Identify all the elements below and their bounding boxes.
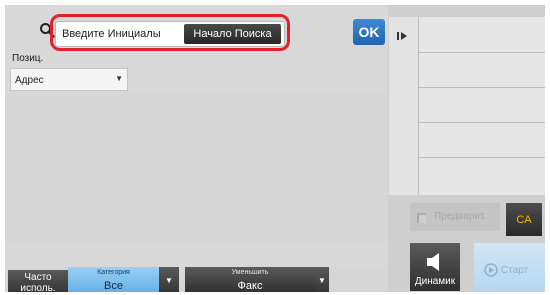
category-caption: Категория bbox=[97, 269, 130, 276]
category-button[interactable]: Категория Все bbox=[68, 267, 159, 292]
reduce-button[interactable]: Уменьшить Факс bbox=[185, 267, 315, 292]
right-panel-tab[interactable] bbox=[389, 17, 419, 195]
start-button[interactable]: Старт bbox=[474, 243, 545, 292]
reduce-value: Факс bbox=[237, 280, 263, 292]
frequent-use-button[interactable]: Часто исполь. bbox=[8, 270, 68, 292]
preview-label: Предварит. bbox=[434, 211, 487, 222]
destination-list bbox=[419, 17, 545, 195]
list-divider bbox=[419, 157, 545, 158]
position-label: Позиц. bbox=[12, 53, 44, 64]
expand-arrow-icon bbox=[397, 32, 407, 40]
start-label: Старт bbox=[501, 265, 529, 276]
preview-icon bbox=[417, 213, 426, 223]
fax-address-search-screen: Введите Инициалы Начало Поиска OK Позиц.… bbox=[5, 5, 545, 292]
results-list bbox=[5, 93, 388, 243]
start-icon bbox=[484, 263, 498, 277]
address-select[interactable]: Адрес ▼ bbox=[10, 68, 128, 91]
clear-all-button[interactable]: CA bbox=[506, 203, 542, 236]
category-value: Все bbox=[104, 280, 123, 292]
speaker-button[interactable]: Динамик bbox=[410, 243, 460, 291]
address-select-value: Адрес bbox=[15, 75, 44, 86]
speaker-label: Динамик bbox=[414, 276, 456, 287]
dropdown-arrow-icon: ▼ bbox=[115, 74, 123, 83]
speaker-icon bbox=[427, 253, 439, 271]
list-divider bbox=[419, 87, 545, 88]
reduce-caption: Уменьшить bbox=[231, 269, 269, 276]
category-dropdown-arrow-icon[interactable]: ▼ bbox=[159, 267, 179, 292]
ok-button[interactable]: OK bbox=[353, 19, 385, 45]
main-area: Введите Инициалы Начало Поиска OK Позиц.… bbox=[5, 5, 388, 292]
right-panel: Предварит. CA Динамик Старт bbox=[388, 5, 545, 292]
preview-button[interactable]: Предварит. bbox=[410, 203, 500, 231]
list-divider bbox=[419, 52, 545, 53]
highlight-frame bbox=[50, 14, 290, 51]
reduce-dropdown-arrow-icon[interactable]: ▼ bbox=[315, 267, 329, 292]
list-divider bbox=[419, 122, 545, 123]
